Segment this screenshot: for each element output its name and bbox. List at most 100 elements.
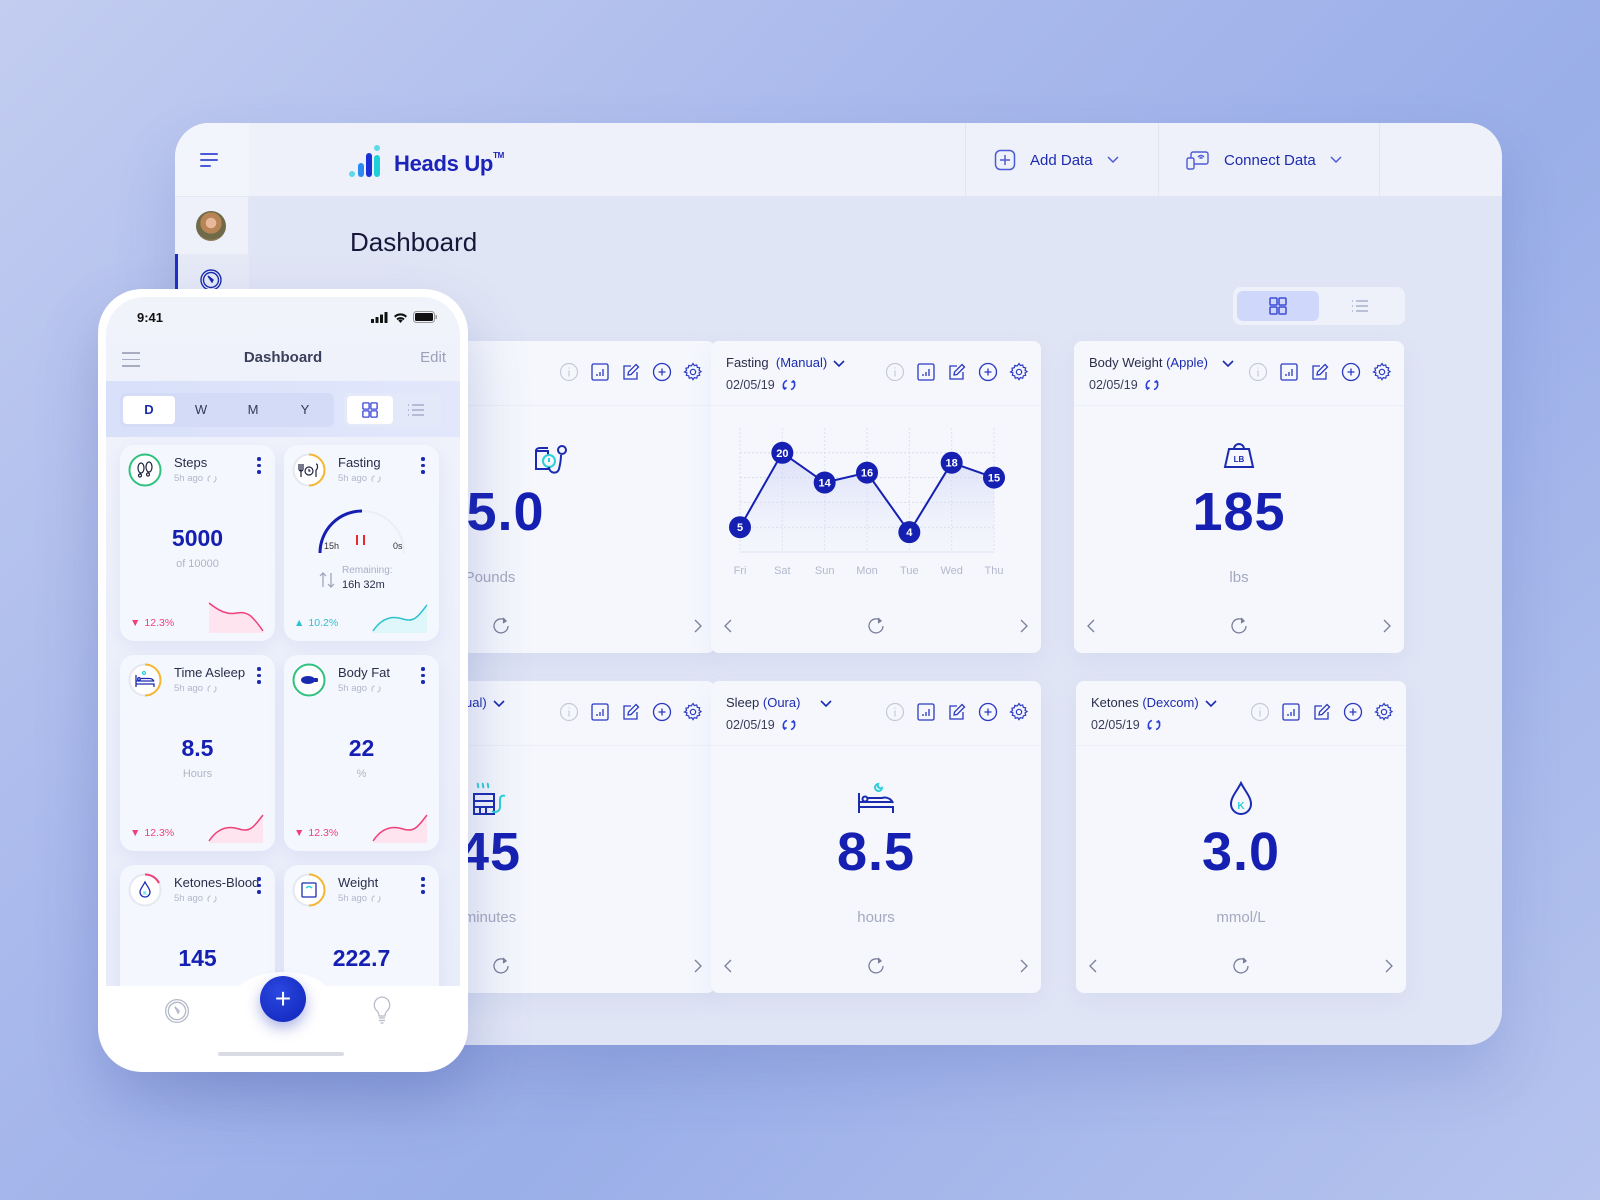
chart-icon[interactable] xyxy=(1281,702,1301,722)
tile-time-asleep[interactable]: Time Asleep 5h ago 8.5 Hours ▼ 12.3% xyxy=(120,655,275,851)
sync-icon[interactable] xyxy=(1147,718,1161,732)
more-options-icon[interactable] xyxy=(257,877,261,897)
edit-icon[interactable] xyxy=(947,702,967,722)
list-view-button[interactable] xyxy=(1319,291,1401,321)
tile-fasting[interactable]: Fasting 5h ago 15h 0s Remaining: 16h 32m… xyxy=(284,445,439,641)
add-square-icon xyxy=(994,149,1016,171)
settings-gear-icon[interactable] xyxy=(1374,702,1394,722)
period-segmented-control: D W M Y xyxy=(120,393,334,427)
chevron-left-icon[interactable] xyxy=(1086,618,1096,639)
sync-icon[interactable] xyxy=(782,718,796,732)
chart-point[interactable]: 4 xyxy=(898,521,921,544)
chevron-right-icon[interactable] xyxy=(693,958,703,979)
period-year[interactable]: Y xyxy=(279,396,331,424)
card-title[interactable]: Fasting (Manual) xyxy=(726,355,845,371)
chart-point[interactable]: 18 xyxy=(940,451,963,474)
sync-icon[interactable] xyxy=(782,378,796,392)
chevron-right-icon[interactable] xyxy=(1382,618,1392,639)
tile-body-fat[interactable]: Body Fat 5h ago 22 % ▼ 12.3% xyxy=(284,655,439,851)
settings-gear-icon[interactable] xyxy=(1009,702,1029,722)
chart-icon[interactable] xyxy=(590,362,610,382)
card-title[interactable]: Ketones (Dexcom) xyxy=(1091,695,1217,711)
settings-gear-icon[interactable] xyxy=(1009,362,1029,382)
add-circle-icon[interactable] xyxy=(978,362,998,382)
refresh-icon[interactable] xyxy=(1229,616,1249,641)
sync-icon[interactable] xyxy=(1145,378,1159,392)
add-circle-icon[interactable] xyxy=(978,702,998,722)
chart-icon[interactable] xyxy=(590,702,610,722)
chart-point[interactable]: 14 xyxy=(813,471,836,494)
more-options-icon[interactable] xyxy=(257,457,261,477)
refresh-icon[interactable] xyxy=(866,616,886,641)
period-month[interactable]: M xyxy=(227,396,279,424)
sync-icon xyxy=(371,894,381,903)
info-icon[interactable] xyxy=(559,362,579,382)
chevron-down-icon[interactable] xyxy=(820,696,833,711)
add-circle-icon[interactable] xyxy=(1343,702,1363,722)
tab-insights[interactable] xyxy=(372,996,392,1029)
grid-view-button[interactable] xyxy=(1237,291,1319,321)
info-icon[interactable] xyxy=(1248,362,1268,382)
list-icon xyxy=(1352,300,1368,312)
list-view-button[interactable] xyxy=(393,396,439,424)
chevron-right-icon[interactable] xyxy=(1019,958,1029,979)
add-entry-button[interactable]: + xyxy=(260,976,306,1022)
refresh-icon[interactable] xyxy=(866,956,886,981)
connect-data-button[interactable]: Connect Data xyxy=(1186,123,1342,197)
chart-point[interactable]: 16 xyxy=(856,461,878,484)
chart-point[interactable]: 15 xyxy=(983,466,1005,489)
edit-icon[interactable] xyxy=(621,362,641,382)
chevron-right-icon[interactable] xyxy=(1384,958,1394,979)
settings-gear-icon[interactable] xyxy=(683,362,703,382)
tab-dashboard[interactable] xyxy=(164,998,190,1029)
chevron-left-icon[interactable] xyxy=(723,618,733,639)
period-week[interactable]: W xyxy=(175,396,227,424)
info-icon[interactable] xyxy=(885,362,905,382)
chart-icon[interactable] xyxy=(916,702,936,722)
edit-icon[interactable] xyxy=(1312,702,1332,722)
edit-button[interactable]: Edit xyxy=(420,349,446,366)
card-header: Body Weight (Apple) 02/05/19 xyxy=(1074,341,1404,406)
chevron-down-icon[interactable] xyxy=(833,356,845,371)
card-title[interactable]: Body Weight (Apple) xyxy=(1089,355,1234,371)
refresh-icon[interactable] xyxy=(491,616,511,641)
trend-down-icon: ▼ xyxy=(130,617,141,629)
info-icon[interactable] xyxy=(559,702,579,722)
edit-icon[interactable] xyxy=(947,362,967,382)
add-circle-icon[interactable] xyxy=(652,362,672,382)
info-icon[interactable] xyxy=(1250,702,1270,722)
chevron-right-icon[interactable] xyxy=(1019,618,1029,639)
tile-updated: 5h ago xyxy=(338,893,381,904)
chart-icon[interactable] xyxy=(1279,362,1299,382)
chevron-left-icon[interactable] xyxy=(1088,958,1098,979)
edit-icon[interactable] xyxy=(621,702,641,722)
card-title[interactable]: Sleep (Oura) xyxy=(726,695,833,711)
edit-icon[interactable] xyxy=(1310,362,1330,382)
chevron-left-icon[interactable] xyxy=(723,958,733,979)
chevron-down-icon[interactable] xyxy=(1222,356,1234,371)
add-circle-icon[interactable] xyxy=(652,702,672,722)
more-options-icon[interactable] xyxy=(421,877,425,897)
tile-steps[interactable]: Steps 5h ago 5000 of 10000 ▼ 12.3% xyxy=(120,445,275,641)
refresh-icon[interactable] xyxy=(1231,956,1251,981)
user-avatar[interactable] xyxy=(196,211,226,241)
chevron-down-icon[interactable] xyxy=(1205,696,1217,711)
chart-point[interactable]: 20 xyxy=(771,441,794,464)
chart-point[interactable]: 5 xyxy=(729,516,751,539)
chevron-right-icon[interactable] xyxy=(693,618,703,639)
card-title[interactable]: ual) xyxy=(465,695,505,711)
add-data-button[interactable]: Add Data xyxy=(994,123,1119,197)
more-options-icon[interactable] xyxy=(257,667,261,687)
more-options-icon[interactable] xyxy=(421,667,425,687)
settings-gear-icon[interactable] xyxy=(1372,362,1392,382)
more-options-icon[interactable] xyxy=(421,457,425,477)
info-icon[interactable] xyxy=(885,702,905,722)
settings-gear-icon[interactable] xyxy=(683,702,703,722)
add-circle-icon[interactable] xyxy=(1341,362,1361,382)
period-day[interactable]: D xyxy=(123,396,175,424)
chart-icon[interactable] xyxy=(916,362,936,382)
chevron-down-icon[interactable] xyxy=(493,696,505,711)
grid-view-button[interactable] xyxy=(347,396,393,424)
refresh-icon[interactable] xyxy=(491,956,511,981)
menu-icon[interactable] xyxy=(200,153,222,169)
